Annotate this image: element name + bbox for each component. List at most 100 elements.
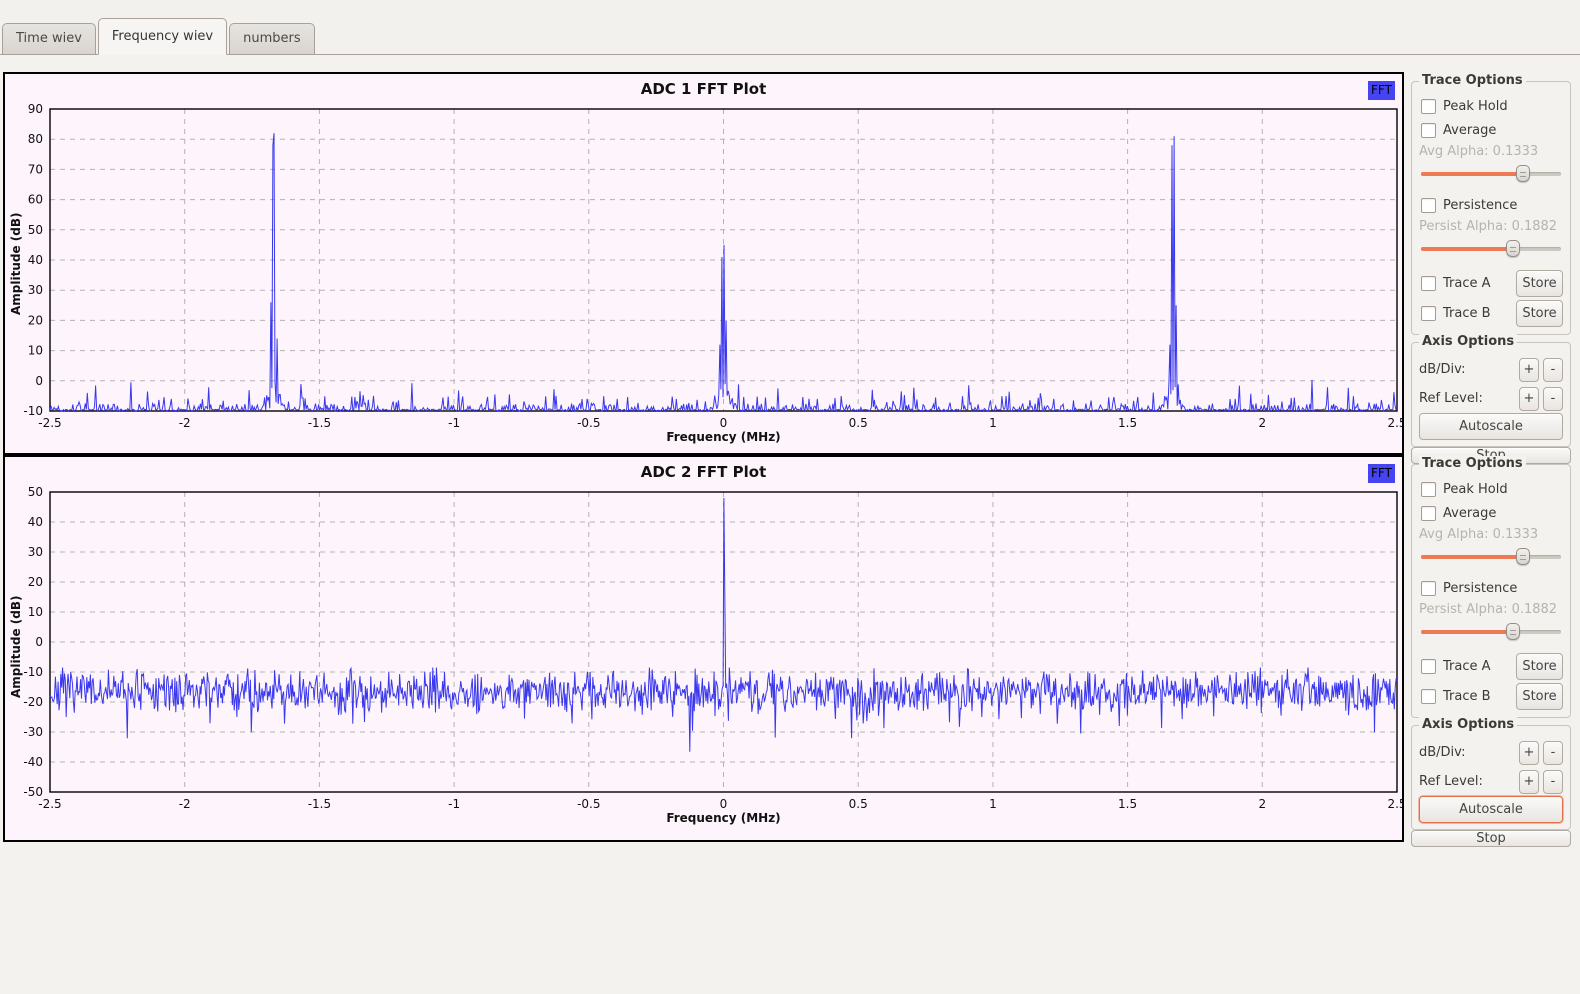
x-tick-label: -2.5	[38, 416, 61, 430]
y-tick-label: -30	[23, 725, 43, 739]
db-div-decrease-button[interactable]: -	[1543, 740, 1563, 765]
ref-level-increase-button[interactable]: +	[1519, 386, 1539, 411]
x-tick-label: 2	[1258, 416, 1266, 430]
y-tick-label: 30	[28, 545, 43, 559]
x-tick-label: 2.5	[1387, 416, 1404, 430]
y-tick-label: -10	[23, 665, 43, 679]
slider-handle[interactable]	[1506, 240, 1521, 257]
adc1-y-axis-label: Amplitude (dB)	[9, 212, 23, 316]
trace-a-store-button[interactable]: Store	[1516, 269, 1563, 297]
x-tick-label: -2	[179, 416, 191, 430]
avg-alpha-slider[interactable]	[1421, 164, 1561, 183]
trace-a-row: Trace A Store	[1419, 268, 1563, 298]
x-tick-label: -2.5	[38, 797, 61, 811]
adc2-row: ADC 2 FFT Plot FFT Amplitude (dB) Freque…	[3, 455, 1577, 847]
ref-level-label: Ref Level:	[1419, 391, 1483, 406]
x-tick-label: -0.5	[577, 797, 600, 811]
persist-alpha-slider[interactable]	[1421, 239, 1561, 258]
peak-hold-label: Peak Hold	[1443, 481, 1508, 497]
x-tick-label: 0	[720, 416, 728, 430]
ref-level-decrease-button[interactable]: -	[1543, 386, 1563, 411]
adc1-fft-plot: ADC 1 FFT Plot FFT Amplitude (dB) Freque…	[3, 72, 1404, 455]
x-tick-label: 0.5	[849, 416, 868, 430]
persistence-row[interactable]: Persistence	[1419, 193, 1563, 217]
adc1-x-axis-label: Frequency (MHz)	[666, 430, 781, 444]
trace-b-store-button[interactable]: Store	[1516, 299, 1563, 327]
x-tick-label: 2	[1258, 797, 1266, 811]
persistence-row[interactable]: Persistence	[1419, 576, 1563, 600]
fft-badge[interactable]: FFT	[1368, 81, 1395, 100]
peak-hold-row[interactable]: Peak Hold	[1419, 94, 1563, 118]
trace-b-row: Trace B Store	[1419, 298, 1563, 328]
average-checkbox[interactable]	[1421, 122, 1436, 138]
db-div-increase-button[interactable]: +	[1519, 357, 1539, 382]
db-div-row: dB/Div: + -	[1419, 738, 1563, 767]
persist-alpha-label: Persist Alpha: 0.1882	[1419, 219, 1558, 234]
db-div-increase-button[interactable]: +	[1519, 740, 1539, 765]
peak-hold-checkbox[interactable]	[1421, 481, 1436, 497]
tab-numbers[interactable]: numbers	[229, 23, 315, 54]
autoscale-button[interactable]: Autoscale	[1419, 796, 1563, 823]
slider-handle[interactable]	[1516, 548, 1531, 565]
trace-b-checkbox[interactable]	[1421, 688, 1436, 704]
persist-alpha-slider[interactable]	[1421, 622, 1561, 641]
adc1-row: ADC 1 FFT Plot FFT Amplitude (dB) Freque…	[3, 72, 1577, 464]
ref-level-increase-button[interactable]: +	[1519, 769, 1539, 794]
adc2-controls-panel: Trace Options Peak Hold Average Avg Alph…	[1409, 455, 1575, 847]
autoscale-button[interactable]: Autoscale	[1419, 413, 1563, 440]
x-tick-label: -1	[448, 797, 460, 811]
adc2-fft-canvas: 50403020100-10-20-30-40-50-2.5 -2 -1.5 -1 -0…	[23, 485, 1402, 811]
persistence-label: Persistence	[1443, 197, 1518, 213]
adc2-plot-title: ADC 2 FFT Plot	[640, 463, 767, 481]
y-tick-label: 90	[28, 102, 43, 116]
axis-options-group-1: Axis Options dB/Div: + - Ref Level: + - …	[1411, 334, 1571, 447]
x-tick-label: 0	[720, 797, 728, 811]
tab-time-view[interactable]: Time wiev	[2, 23, 96, 54]
trace-b-checkbox[interactable]	[1421, 305, 1436, 321]
average-checkbox[interactable]	[1421, 505, 1436, 521]
persistence-checkbox[interactable]	[1421, 580, 1436, 596]
trace-a-store-button[interactable]: Store	[1516, 652, 1563, 680]
average-row[interactable]: Average	[1419, 118, 1563, 142]
adc2-y-axis-label: Amplitude (dB)	[9, 595, 23, 699]
slider-handle[interactable]	[1516, 165, 1531, 182]
stop-button[interactable]: Stop	[1411, 830, 1571, 847]
y-tick-label: 10	[28, 605, 43, 619]
ref-level-decrease-button[interactable]: -	[1543, 769, 1563, 794]
trace-b-store-button[interactable]: Store	[1516, 682, 1563, 710]
peak-hold-checkbox[interactable]	[1421, 98, 1436, 114]
x-tick-label: 1.5	[1118, 797, 1137, 811]
y-tick-label: 70	[28, 162, 43, 176]
trace-a-checkbox[interactable]	[1421, 658, 1436, 674]
slider-fill	[1421, 172, 1524, 176]
fft-badge[interactable]: FFT	[1368, 464, 1395, 483]
fft-data-trace	[49, 133, 1398, 413]
tab-bar: Time wiev Frequency wiev numbers	[0, 0, 1580, 55]
trace-options-group-2: Trace Options Peak Hold Average Avg Alph…	[1411, 456, 1571, 718]
x-tick-label: 1.5	[1118, 416, 1137, 430]
db-div-decrease-button[interactable]: -	[1543, 357, 1563, 382]
persistence-checkbox[interactable]	[1421, 197, 1436, 213]
tab-frequency-view[interactable]: Frequency wiev	[97, 18, 228, 55]
y-tick-label: -40	[23, 755, 43, 769]
axis-options-group-2: Axis Options dB/Div: + - Ref Level: + - …	[1411, 717, 1571, 830]
x-tick-label: 1	[989, 797, 997, 811]
trace-a-row: Trace A Store	[1419, 651, 1563, 681]
trace-a-label: Trace A	[1443, 275, 1491, 291]
y-tick-label: 60	[28, 193, 43, 207]
y-tick-label: 80	[28, 132, 43, 146]
trace-options-title: Trace Options	[1419, 73, 1526, 88]
avg-alpha-slider[interactable]	[1421, 547, 1561, 566]
trace-a-checkbox[interactable]	[1421, 275, 1436, 291]
slider-handle[interactable]	[1506, 623, 1521, 640]
average-row[interactable]: Average	[1419, 501, 1563, 525]
x-tick-label: -1.5	[308, 797, 331, 811]
peak-hold-row[interactable]: Peak Hold	[1419, 477, 1563, 501]
avg-alpha-label: Avg Alpha: 0.1333	[1419, 144, 1539, 159]
x-tick-label: -2	[179, 797, 191, 811]
trace-b-row: Trace B Store	[1419, 681, 1563, 711]
y-tick-label: 10	[28, 344, 43, 358]
persist-alpha-label: Persist Alpha: 0.1882	[1419, 602, 1558, 617]
y-tick-label: 20	[28, 575, 43, 589]
persistence-label: Persistence	[1443, 580, 1518, 596]
